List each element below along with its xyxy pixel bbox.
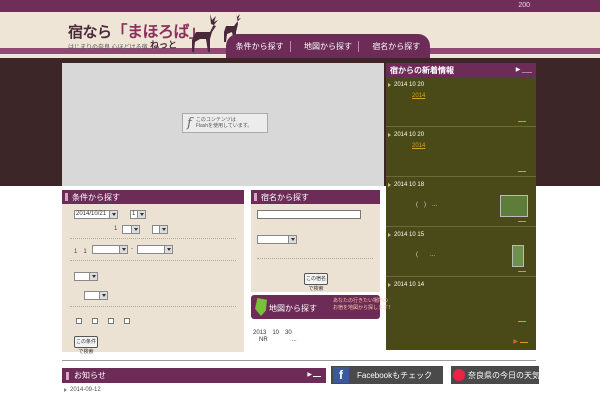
news-footer-dash	[520, 342, 528, 343]
price-select[interactable]	[84, 291, 108, 300]
section-divider	[62, 360, 536, 361]
news-date: 2014 10 20	[387, 132, 425, 138]
facebook-banner[interactable]: f Facebookもチェック	[331, 366, 443, 384]
news-dash	[518, 321, 526, 322]
news-date: 2014 10 20	[387, 82, 425, 88]
facebook-label: Facebookもチェック	[357, 371, 433, 380]
weather-label: 奈良県の今日の天気	[468, 371, 540, 380]
news-item[interactable]: 2014 10 20 2014	[386, 127, 536, 177]
news-date: 2014 10 14	[387, 282, 425, 288]
logo-prefix: 宿なら	[68, 23, 112, 41]
condition-search-panel: 条件から探す 2014/10/21 1 1 1 1 - この条件で検索	[62, 190, 244, 355]
checkin-date-select[interactable]: 2014/10/21	[74, 210, 118, 219]
notice-more-arrow-icon[interactable]: ▶	[307, 371, 312, 378]
news-item[interactable]: 2014 10 14	[386, 277, 536, 327]
option-checkbox[interactable]	[92, 318, 98, 324]
flash-notice[interactable]: f このコンテンツは Flashを使用しています。	[182, 113, 268, 133]
news-more-link[interactable]: ▶ ___	[516, 66, 532, 73]
rooms-label: 1	[114, 226, 118, 232]
top-strip: 200	[0, 0, 600, 12]
news-thumbnail-image[interactable]	[500, 195, 528, 217]
divider	[257, 258, 373, 259]
news-link[interactable]: 2014	[412, 143, 425, 149]
option-checkbox[interactable]	[124, 318, 130, 324]
news-dash	[518, 221, 526, 222]
notice-title: お知らせ	[74, 371, 106, 380]
name-search-title: 宿名から探す	[251, 190, 380, 204]
area-select[interactable]	[74, 272, 98, 281]
facebook-icon: f	[333, 367, 349, 383]
map-search-banner[interactable]: 地図から探す あなたの行きたい場所の お宿を地図から探します！	[251, 295, 393, 319]
visitor-count: 200	[518, 2, 530, 9]
news-panel: 宿からの新着情報 ▶ ___ 2014 10 20 2014 2014 10 2…	[386, 63, 536, 350]
news-header: 宿からの新着情報 ▶ ___	[386, 63, 536, 77]
news-title: 宿からの新着情報	[390, 66, 454, 75]
condition-search-title: 条件から探す	[62, 190, 244, 204]
event-text[interactable]: NR ...	[259, 334, 297, 343]
deer-icon	[192, 14, 218, 52]
adults-select[interactable]	[92, 245, 128, 254]
news-text: ( ) ...	[416, 202, 437, 208]
room-type-select[interactable]	[152, 225, 168, 234]
news-link[interactable]: 2014	[412, 93, 425, 99]
name-search-button[interactable]: この宿名で検索	[304, 273, 328, 292]
name-area-select[interactable]	[257, 235, 297, 244]
news-item[interactable]: 2014 10 15 ( ...	[386, 227, 536, 277]
option-checkbox[interactable]	[76, 318, 82, 324]
news-date: 2014 10 18	[387, 182, 425, 188]
name-search-panel: 宿名から探す この宿名で検索	[251, 190, 380, 292]
header: 宿なら「まほろば」 ねっと はじまりの奈良 心ほどける宿 条件から探す 地図から…	[0, 12, 600, 58]
map-search-label: 地図から探す	[269, 304, 317, 313]
nav-search-by-condition[interactable]: 条件から探す	[230, 40, 291, 52]
news-footer: ▶	[386, 336, 536, 350]
logo-net: ねっと	[150, 41, 178, 51]
nav-search-by-name[interactable]: 宿名から探す	[366, 41, 426, 52]
news-item[interactable]: 2014 10 20 2014	[386, 77, 536, 127]
divider	[70, 260, 236, 261]
range-separator: -	[131, 246, 133, 252]
notice-item[interactable]: 2014-09-12	[64, 387, 101, 393]
news-item[interactable]: 2014 10 18 ( ) ...	[386, 177, 536, 227]
map-pin-icon	[255, 298, 267, 316]
notice-header: お知らせ ▶	[62, 368, 326, 383]
map-search-desc: あなたの行きたい場所の お宿を地図から探します！	[333, 298, 394, 311]
weather-icon	[453, 369, 465, 381]
children-select[interactable]	[137, 245, 173, 254]
weather-banner[interactable]: 奈良県の今日の天気	[451, 366, 540, 384]
hotel-name-input[interactable]	[257, 210, 361, 219]
news-dash	[518, 121, 526, 122]
nights-select[interactable]: 1	[130, 210, 146, 219]
logo-tagline: はじまりの奈良 心ほどける宿	[68, 45, 148, 51]
nav-search-by-map[interactable]: 地図から探す	[298, 40, 359, 52]
flash-text-2: Flashを使用しています。	[195, 123, 253, 129]
main-nav: 条件から探す 地図から探す 宿名から探す	[226, 34, 430, 58]
option-checkbox[interactable]	[108, 318, 114, 324]
news-dash	[518, 171, 526, 172]
news-text: ( ...	[416, 252, 435, 258]
notice-dash	[313, 376, 321, 377]
condition-search-button[interactable]: この条件で検索	[74, 336, 98, 355]
flash-placeholder: f このコンテンツは Flashを使用しています。	[62, 63, 384, 186]
divider	[70, 306, 236, 307]
news-dash	[518, 271, 526, 272]
rooms-select[interactable]	[122, 225, 140, 234]
divider	[70, 238, 236, 239]
news-footer-arrow-icon[interactable]: ▶	[513, 338, 518, 345]
flash-icon: f	[187, 115, 192, 131]
news-thumbnail-image[interactable]	[512, 245, 524, 267]
guests-label: 1 1	[74, 249, 87, 255]
news-date: 2014 10 15	[387, 232, 425, 238]
